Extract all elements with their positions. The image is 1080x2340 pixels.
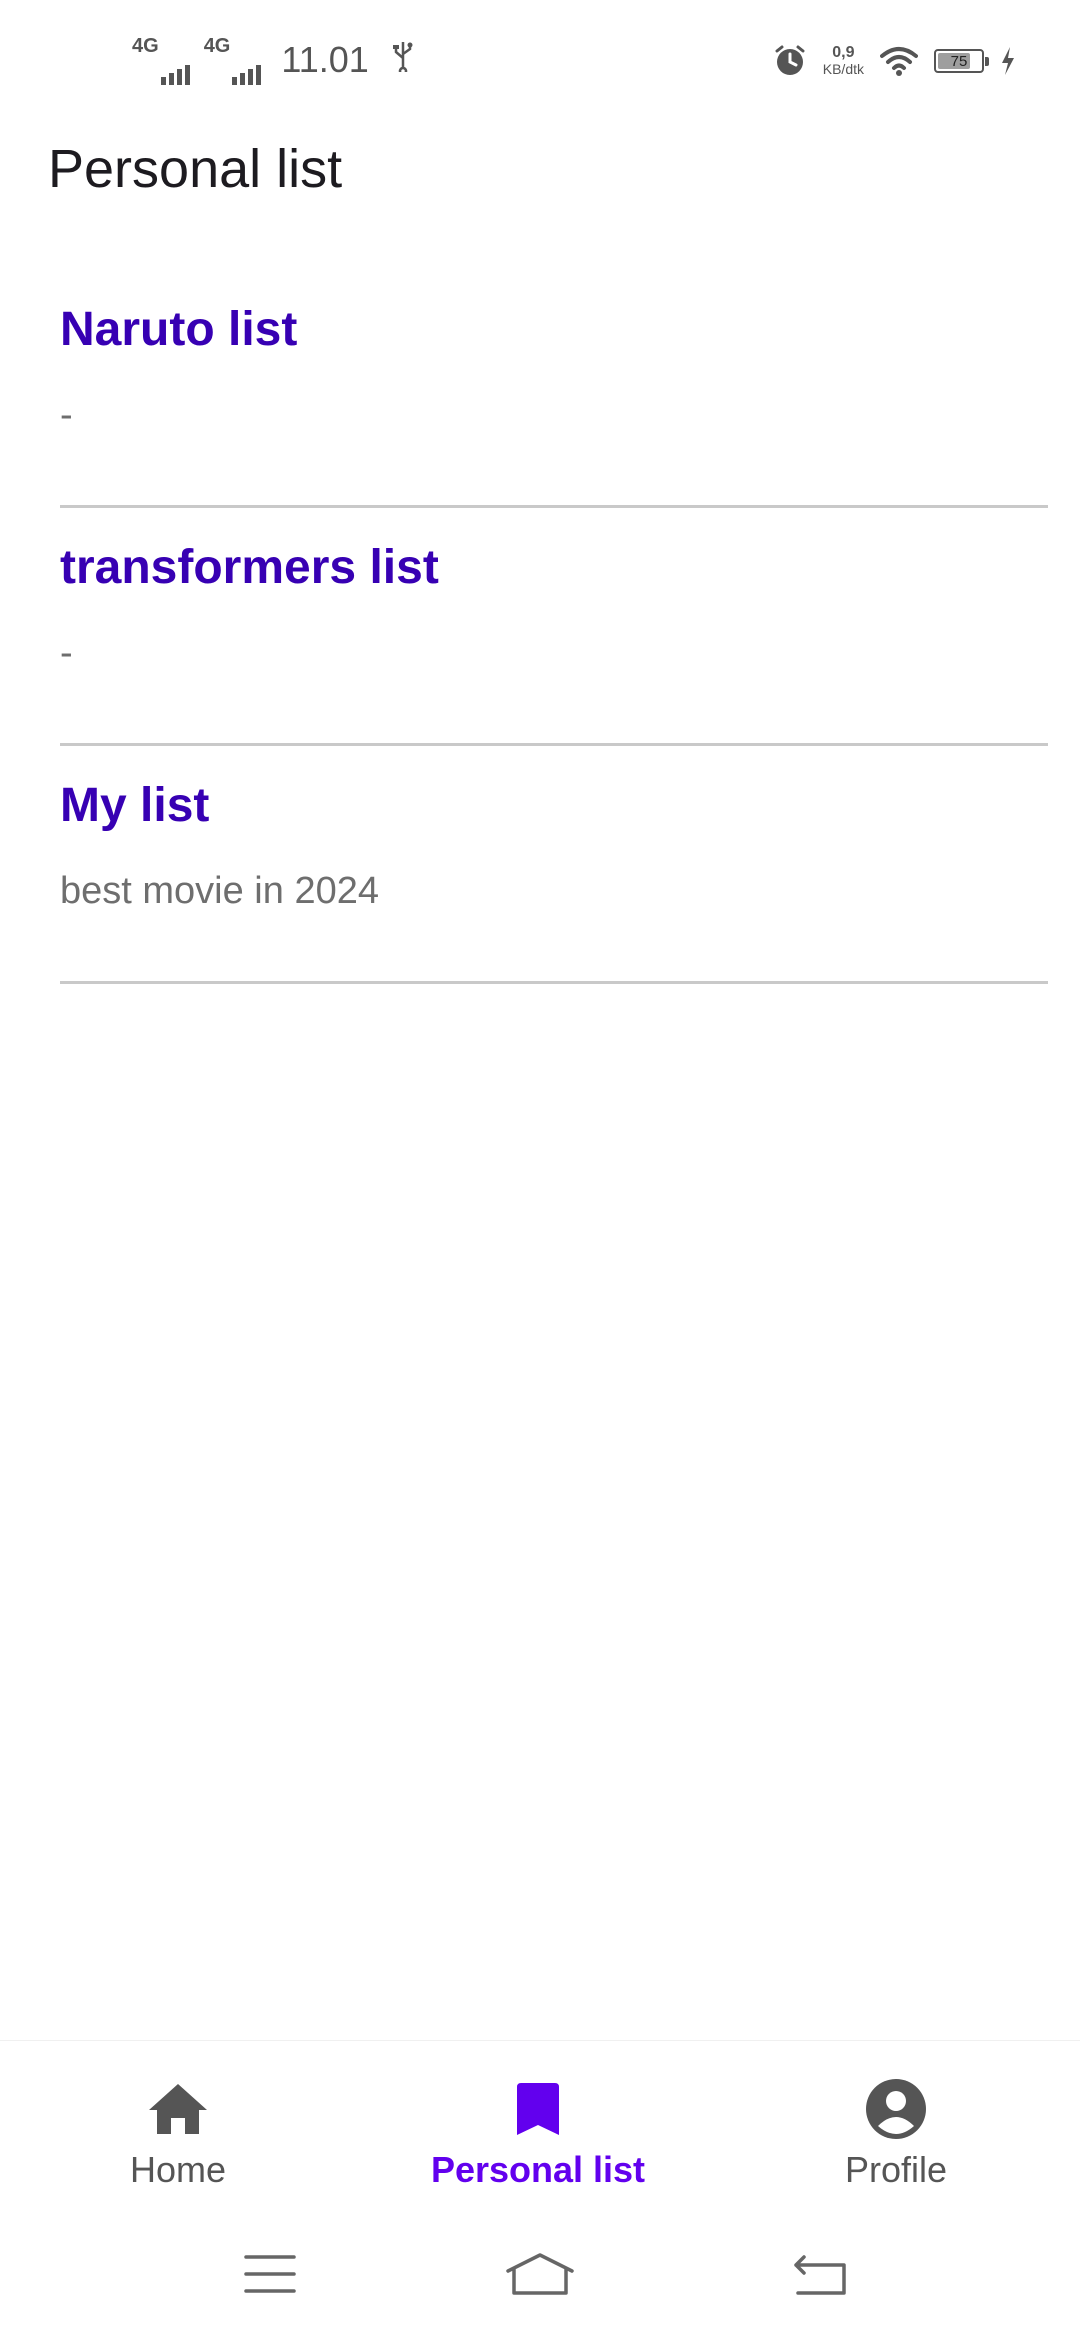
nav-item-personal-list[interactable]: Personal list [388,2041,688,2226]
status-bar-left: 4G 4G 11.01 [132,30,415,90]
list-item-title: My list [60,779,210,832]
page-title: Personal list [48,139,343,199]
list-item-description: best movie in 2024 [60,870,379,912]
back-icon[interactable] [792,2251,848,2302]
account-circle-icon [865,2077,927,2141]
wifi-icon [880,46,918,76]
list-item-title: Naruto list [60,303,298,356]
status-bar: 4G 4G 11.01 0,9 KB/dtk 75 [0,0,1080,120]
status-bar-right: 0,9 KB/dtk 75 [773,36,1016,86]
bottom-navigation: Home Personal list Profile [0,2040,1080,2226]
list-item[interactable]: transformers list - [60,508,1048,746]
nav-item-label: Profile [844,2149,948,2190]
signal-strength-icon: 4G [132,35,190,85]
bookmark-icon [515,2077,561,2141]
battery-icon: 75 [934,49,989,73]
charging-icon [1000,46,1016,76]
home-outline-icon[interactable] [504,2251,576,2302]
network-speed-unit: KB/dtk [822,61,864,77]
list-item-description: - [60,632,73,674]
list-item[interactable]: My list best movie in 2024 [60,746,1048,984]
network-speed: 0,9 KB/dtk [822,44,864,78]
nav-item-home[interactable]: Home [28,2041,328,2226]
nav-item-label: Personal list [430,2149,646,2190]
home-icon [147,2077,209,2141]
battery-level: 75 [950,52,968,70]
personal-lists: Naruto list - transformers list - My lis… [60,270,1048,984]
network-speed-value: 0,9 [832,44,855,61]
alarm-icon [773,44,807,78]
list-item-description: - [60,394,73,436]
list-item-title: transformers list [60,541,439,594]
network-type-label: 4G [203,35,231,57]
system-navigation-bar [0,2225,1080,2340]
nav-item-label: Home [129,2149,227,2190]
nav-item-profile[interactable]: Profile [746,2041,1046,2226]
usb-icon [391,40,415,80]
network-type-label: 4G [132,35,159,57]
status-clock: 11.01 [281,39,369,80]
signal-strength-icon: 4G [204,35,262,85]
list-item[interactable]: Naruto list - [60,270,1048,508]
menu-icon[interactable] [242,2251,298,2302]
